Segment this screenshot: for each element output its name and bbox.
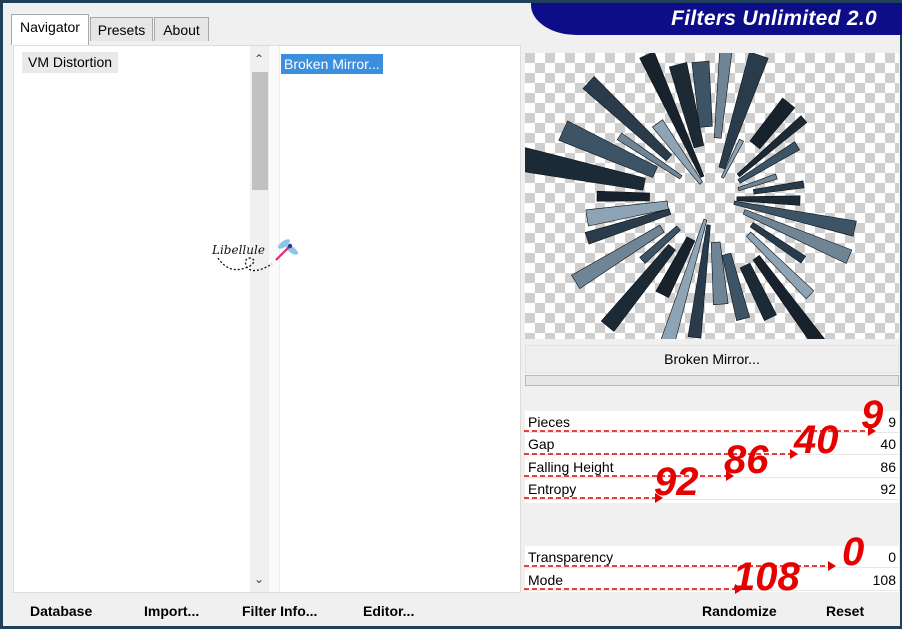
navigator-panel: VM Distortion ⌃ ⌄ Broken Mirror... Libel… xyxy=(13,45,521,593)
annotation-pieces: 9 xyxy=(861,393,884,437)
annotation-transparency: 0 xyxy=(842,530,865,574)
param-value: 92 xyxy=(880,481,896,497)
param-value: 0 xyxy=(888,549,896,565)
watermark-text: Libellule xyxy=(211,243,265,257)
param-label: Pieces xyxy=(528,414,571,430)
category-item-selected[interactable]: VM Distortion xyxy=(22,52,119,73)
randomize-button[interactable]: Randomize xyxy=(702,599,777,623)
param-value: 108 xyxy=(872,572,896,588)
category-scrollbar[interactable]: ⌃ ⌄ xyxy=(250,46,268,592)
param-label: Entropy xyxy=(528,481,577,497)
filter-info-button[interactable]: Filter Info... xyxy=(242,599,317,623)
param-label: Gap xyxy=(528,436,555,452)
param-label: Mode xyxy=(528,572,564,588)
database-button[interactable]: Database xyxy=(30,599,92,623)
param-group-main: Pieces 9 Gap 40 Falling Height 86 Entrop… xyxy=(525,411,899,503)
scroll-down-arrow-icon[interactable]: ⌄ xyxy=(250,570,268,588)
param-row-falling-height[interactable]: Falling Height 86 xyxy=(525,456,899,478)
param-label: Falling Height xyxy=(528,459,614,475)
param-row-entropy[interactable]: Entropy 92 xyxy=(525,478,899,500)
tab-about[interactable]: About xyxy=(154,17,209,41)
preview-filter-name: Broken Mirror... xyxy=(525,345,899,373)
progress-bar xyxy=(525,375,899,386)
param-value: 9 xyxy=(888,414,896,430)
tab-presets[interactable]: Presets xyxy=(90,17,153,41)
filters-unlimited-window: Navigator Presets About Filters Unlimite… xyxy=(0,0,902,629)
import-button[interactable]: Import... xyxy=(144,599,199,623)
param-value: 86 xyxy=(880,459,896,475)
param-row-gap[interactable]: Gap 40 xyxy=(525,433,899,455)
brand-banner: Filters Unlimited 2.0 xyxy=(531,3,902,35)
dragonfly-icon xyxy=(275,239,298,261)
param-row-pieces[interactable]: Pieces 9 xyxy=(525,411,899,433)
annotation-falling-height: 86 xyxy=(724,438,769,482)
libellule-watermark: Libellule xyxy=(211,239,298,272)
annotation-entropy: 92 xyxy=(654,460,699,504)
brand-title: Filters Unlimited 2.0 xyxy=(671,7,877,30)
mirror-shard xyxy=(596,190,650,202)
reset-button[interactable]: Reset xyxy=(826,599,864,623)
scroll-thumb[interactable] xyxy=(252,72,268,190)
param-label: Transparency xyxy=(528,549,614,565)
param-value: 40 xyxy=(880,436,896,452)
annotation-mode: 108 xyxy=(733,555,800,599)
filter-preview xyxy=(525,53,899,339)
filter-list[interactable]: Broken Mirror... xyxy=(280,46,520,592)
panel-splitter[interactable] xyxy=(268,46,280,592)
filter-item-selected[interactable]: Broken Mirror... xyxy=(281,54,383,74)
editor-button[interactable]: Editor... xyxy=(363,599,414,623)
annotation-gap: 40 xyxy=(794,418,839,462)
scroll-up-arrow-icon[interactable]: ⌃ xyxy=(250,50,268,68)
category-list[interactable]: VM Distortion xyxy=(14,46,250,592)
tab-navigator[interactable]: Navigator xyxy=(11,14,89,45)
